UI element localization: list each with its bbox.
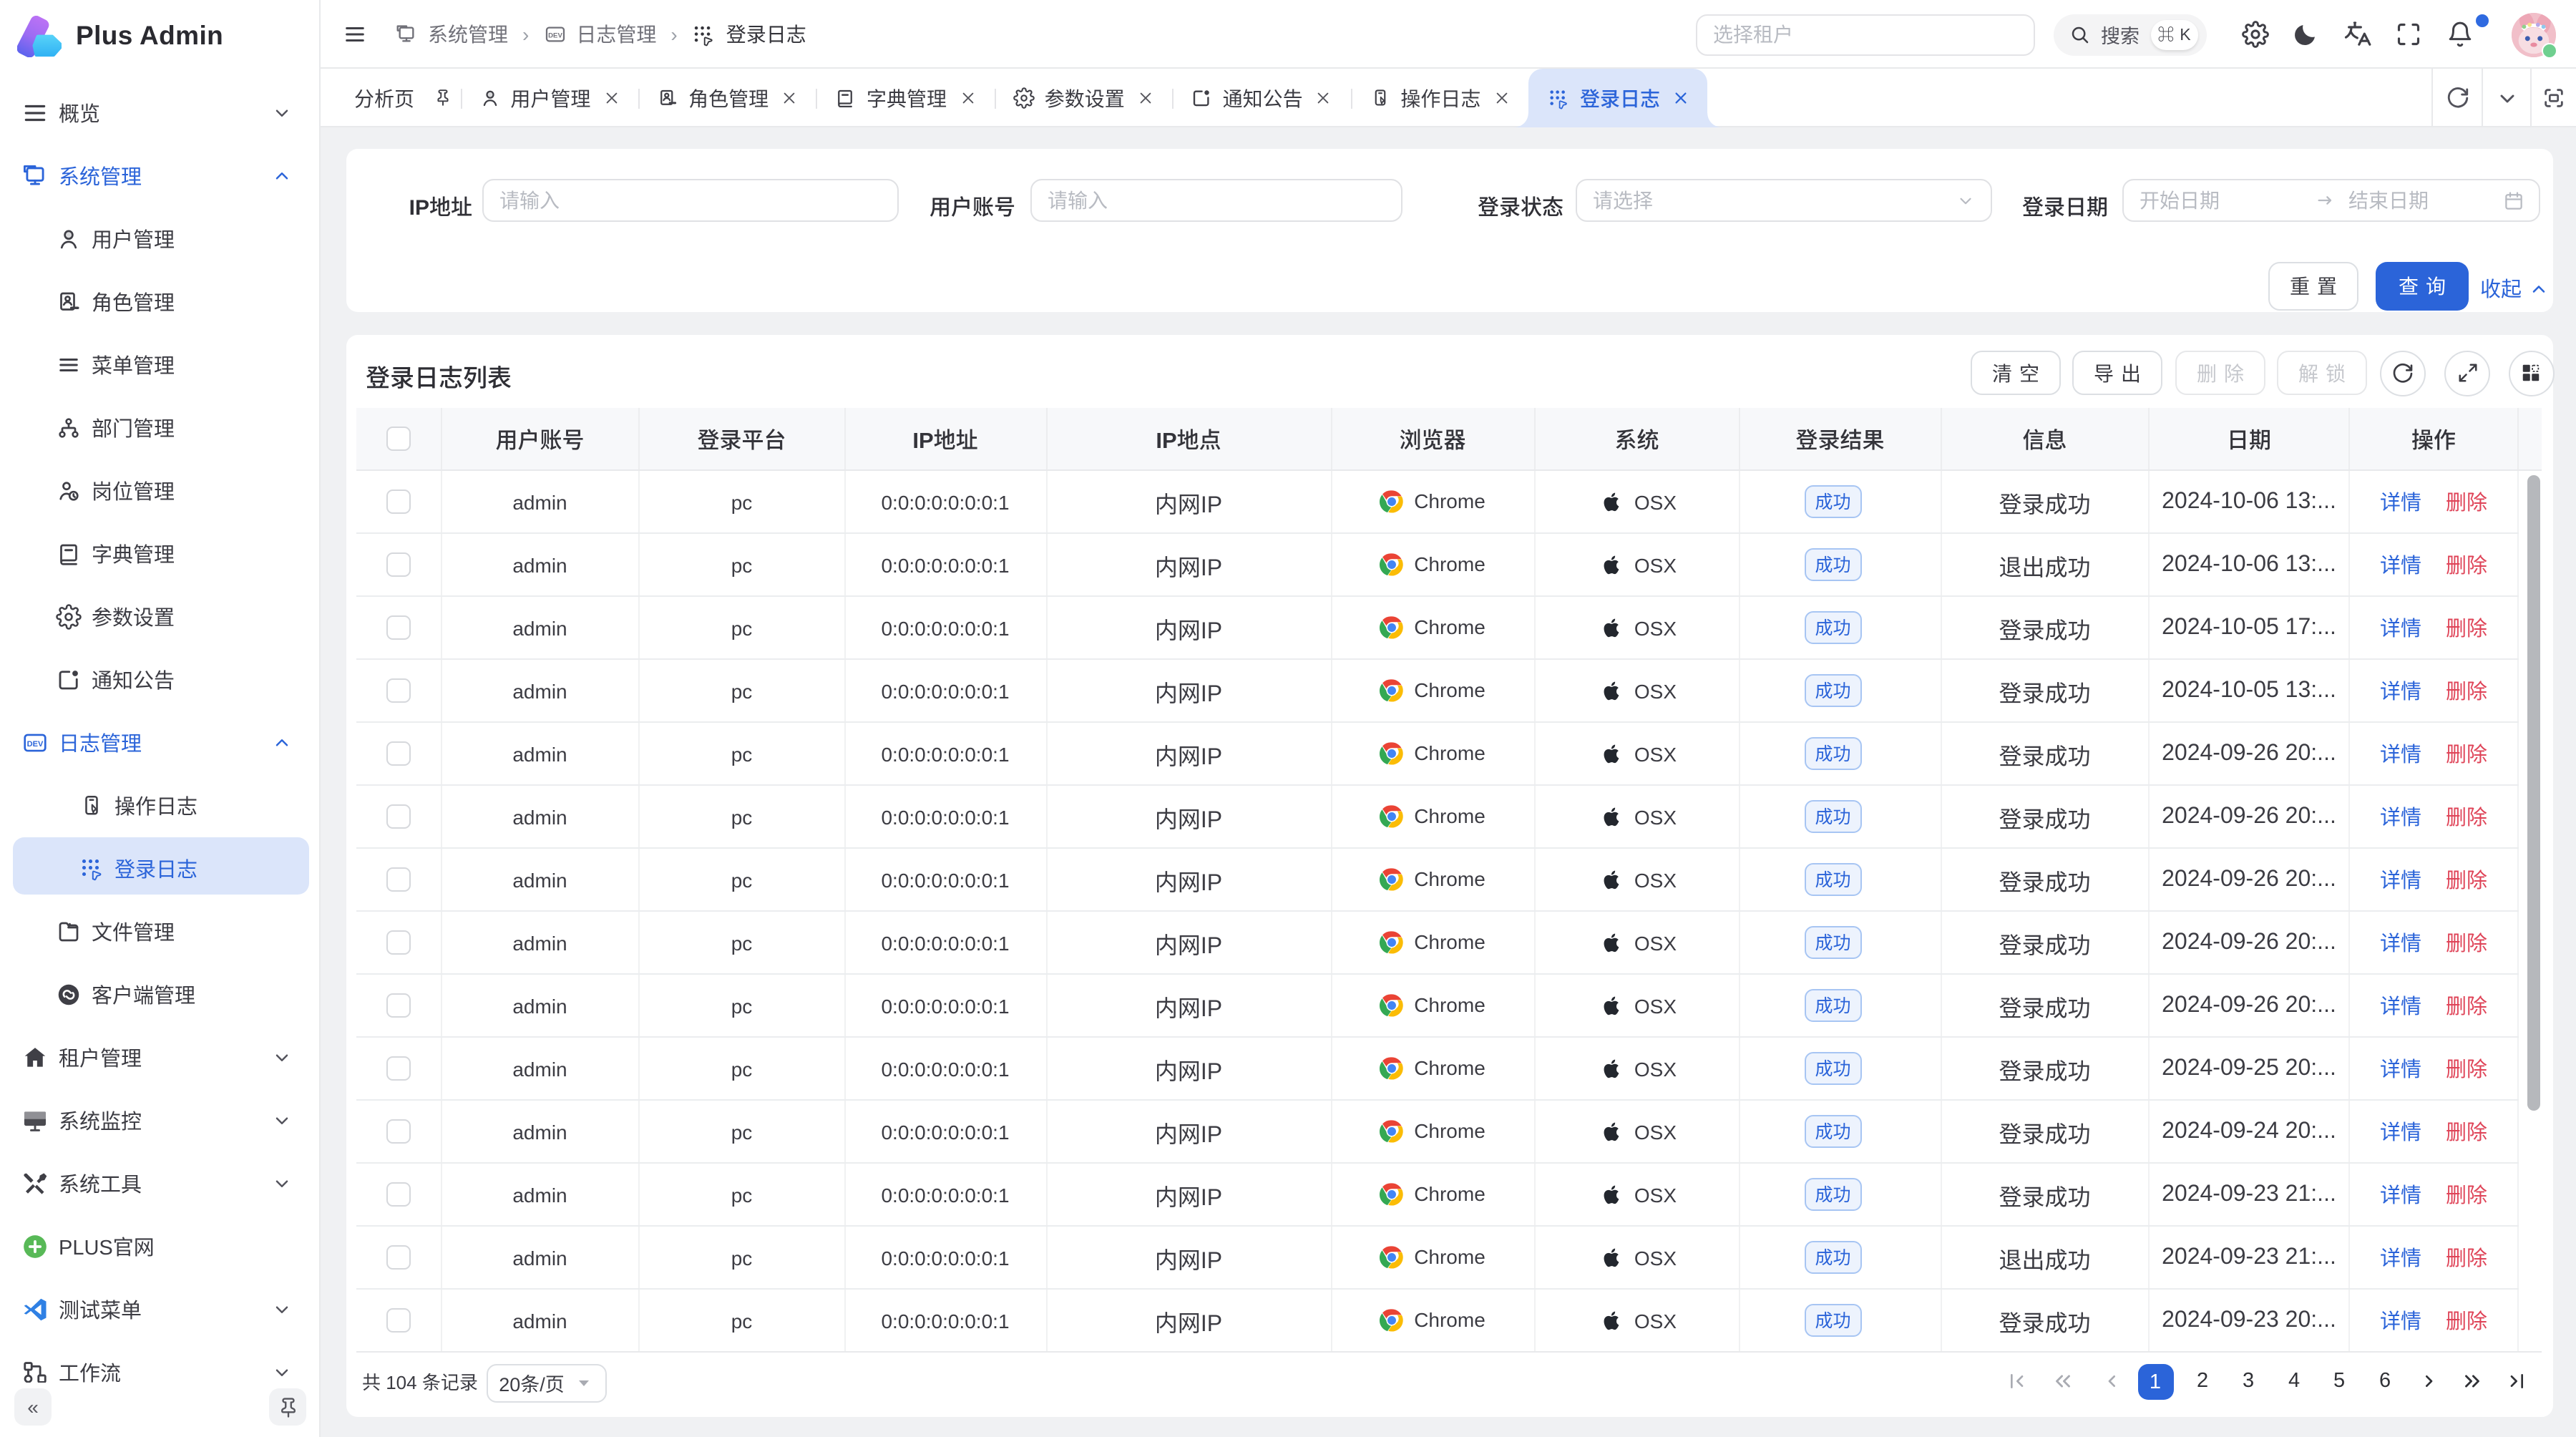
svg-text:DEV: DEV [27, 740, 44, 749]
svg-text:DEV: DEV [548, 32, 562, 40]
